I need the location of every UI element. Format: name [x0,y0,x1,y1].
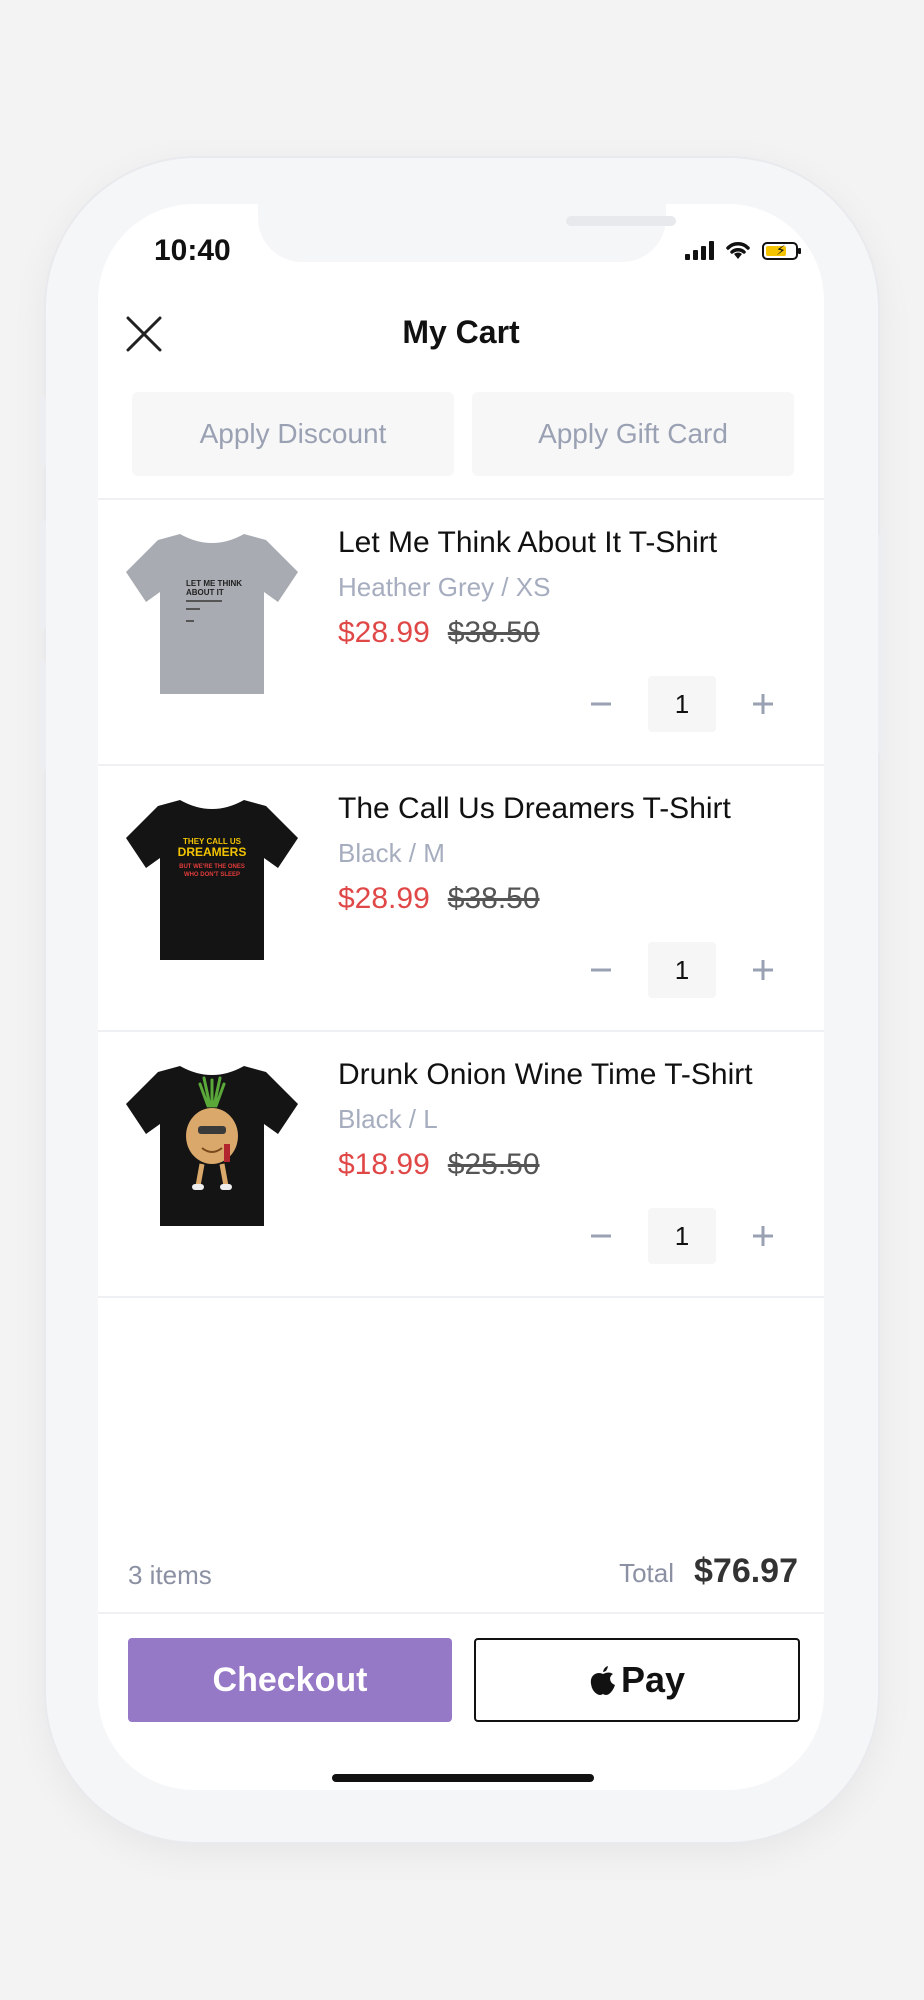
power-button [878,534,884,754]
plus-icon [753,694,773,714]
svg-text:WHO DON'T SLEEP: WHO DON'T SLEEP [184,872,240,878]
volume-down-button [40,660,46,770]
notch [258,204,676,262]
quantity-stepper: 1 [576,676,788,732]
cart-item: Drunk Onion Wine Time T-Shirt Black / L … [98,1032,824,1296]
product-prices: $18.99 $25.50 [338,1148,540,1182]
product-variant: Heather Grey / XS [338,572,551,602]
product-image: LET ME THINK ABOUT IT [126,534,298,694]
checkout-button[interactable]: Checkout [128,1638,452,1722]
sale-price: $28.99 [338,616,430,649]
quantity-stepper: 1 [576,1208,788,1264]
minus-icon [591,1234,611,1238]
product-name[interactable]: Drunk Onion Wine Time T-Shirt [338,1058,753,1092]
wifi-icon [726,242,750,259]
minus-icon [591,702,611,706]
order-total: Total $76.97 [619,1552,798,1591]
product-variant: Black / M [338,838,445,868]
increase-quantity-button[interactable] [738,942,788,998]
page-title: My Cart [402,314,520,350]
item-count: 3 items [128,1560,212,1590]
apply-discount-button[interactable]: Apply Discount [132,392,454,476]
product-prices: $28.99 $38.50 [338,882,540,916]
product-prices: $28.99 $38.50 [338,616,540,650]
plus-icon [753,1226,773,1246]
increase-quantity-button[interactable] [738,1208,788,1264]
sale-price: $18.99 [338,1148,430,1181]
svg-text:ABOUT IT: ABOUT IT [186,588,224,597]
cart-item: LET ME THINK ABOUT IT Let Me Think About… [98,500,824,764]
quantity-value[interactable]: 1 [648,676,716,732]
cart-item: THEY CALL US DREAMERS BUT WE'RE THE ONES… [98,766,824,1030]
product-name[interactable]: Let Me Think About It T-Shirt [338,526,717,560]
original-price: $25.50 [447,1148,540,1181]
product-name[interactable]: The Call Us Dreamers T-Shirt [338,792,731,826]
increase-quantity-button[interactable] [738,676,788,732]
discount-actions: Apply Discount Apply Gift Card [132,392,794,476]
home-indicator [332,1774,594,1782]
divider [98,1612,824,1614]
plus-icon [753,960,773,980]
apple-logo-icon [590,1666,615,1695]
quantity-value[interactable]: 1 [648,1208,716,1264]
product-image: THEY CALL US DREAMERS BUT WE'RE THE ONES… [126,800,298,960]
volume-up-button [40,520,46,630]
status-icons: ⚡ [685,238,801,260]
svg-text:BUT WE'RE THE ONES: BUT WE'RE THE ONES [179,864,245,870]
quantity-value[interactable]: 1 [648,942,716,998]
decrease-quantity-button[interactable] [576,942,626,998]
decrease-quantity-button[interactable] [576,1208,626,1264]
apply-gift-card-button[interactable]: Apply Gift Card [472,392,794,476]
sale-price: $28.99 [338,882,430,915]
apple-pay-button[interactable]: Pay [474,1638,800,1722]
product-variant: Black / L [338,1104,438,1134]
status-time: 10:40 [154,234,231,267]
decrease-quantity-button[interactable] [576,676,626,732]
speaker-grille [566,216,676,226]
apple-pay-label: Pay [620,1659,686,1700]
svg-text:DREAMERS: DREAMERS [178,845,247,859]
divider [98,1296,824,1298]
minus-icon [591,968,611,972]
svg-text:LET ME THINK: LET ME THINK [186,579,242,588]
total-value: $76.97 [694,1552,798,1590]
original-price: $38.50 [447,882,540,915]
total-label: Total [619,1558,674,1588]
cellular-signal-icon [685,240,714,260]
app-screen: 10:40 ⚡ My Cart Apply Discount Apply Gif… [98,204,824,1790]
mute-switch [40,396,46,466]
original-price: $38.50 [447,616,540,649]
quantity-stepper: 1 [576,942,788,998]
product-image [126,1066,298,1226]
battery-charging-icon: ⚡ [762,242,801,260]
